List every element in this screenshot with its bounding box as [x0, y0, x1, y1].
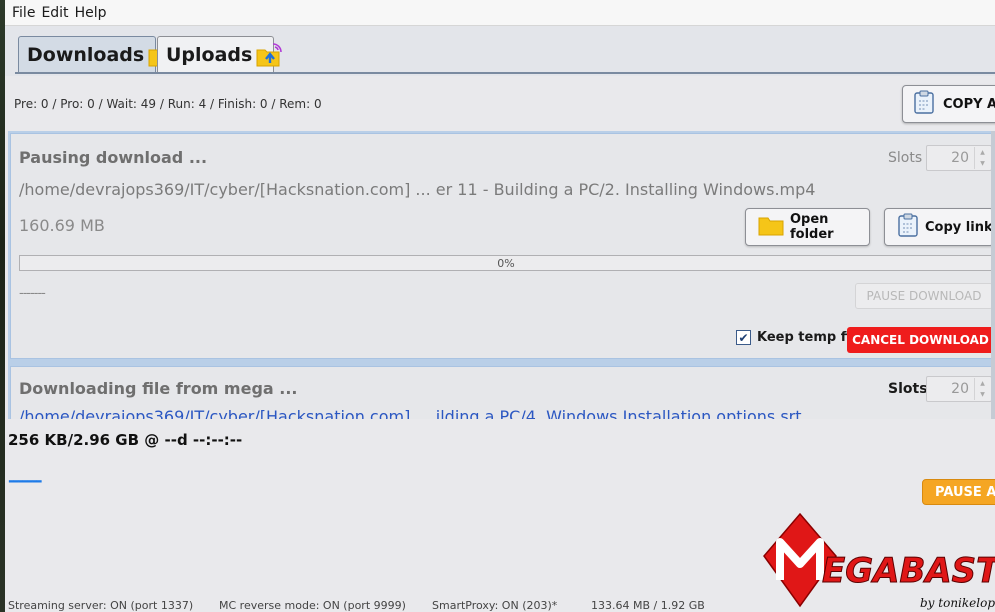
copy-all-label: COPY AL [943, 96, 995, 112]
menu-help[interactable]: Help [75, 5, 113, 21]
tab-uploads-label: Uploads [166, 43, 253, 66]
tab-bar: Downloads Uploads [5, 26, 995, 76]
memory-usage: 133.64 MB / 1.92 GB [591, 599, 705, 612]
menu-bar: File Edit Help [5, 0, 995, 26]
global-speed: 256 KB/2.96 GB @ --d --:--:-- [8, 431, 243, 449]
open-folder-button[interactable]: Open folder [745, 208, 870, 246]
slots-spinner[interactable]: 20 ▲ ▼ [926, 376, 992, 402]
folder-upload-icon [255, 42, 283, 68]
menu-edit[interactable]: Edit [41, 5, 74, 21]
slots-value: 20 [951, 150, 969, 166]
copy-link-button[interactable]: Copy link [884, 208, 994, 246]
pause-download-button[interactable]: PAUSE DOWNLOAD [855, 283, 993, 309]
progress-bar: 0% [19, 255, 993, 271]
spin-up-icon[interactable]: ▲ [974, 147, 990, 158]
streaming-server-status: Streaming server: ON (port 1337) [8, 599, 194, 612]
download-status: Downloading file from mega ... [19, 379, 298, 398]
svg-text:EGABASTER: EGABASTER [822, 551, 995, 591]
download-speed: ------- [19, 286, 46, 301]
slots-value: 20 [951, 381, 969, 397]
download-status: Pausing download ... [19, 148, 208, 167]
pause-all-button[interactable]: PAUSE AL [922, 479, 995, 505]
copy-link-label: Copy link [925, 219, 993, 235]
cancel-download-button[interactable]: CANCEL DOWNLOAD [847, 327, 994, 353]
file-size: 160.69 MB [19, 216, 105, 235]
spin-down-icon[interactable]: ▼ [974, 158, 990, 169]
keep-temp-checkbox[interactable]: ✔ Keep temp file [736, 330, 864, 345]
checkbox-checked-icon[interactable]: ✔ [736, 330, 751, 345]
slots-label: Slots [888, 150, 923, 166]
spin-down-icon[interactable]: ▼ [974, 389, 990, 400]
list-scrollbar[interactable] [991, 131, 995, 419]
slots-label: Slots [888, 381, 928, 397]
tab-uploads[interactable]: Uploads [157, 36, 283, 72]
download-item: Downloading file from mega ... Slots 20 … [10, 366, 995, 419]
open-folder-label: Open folder [790, 212, 834, 242]
megabasterd-logo: EGABASTER by tonikelope [760, 510, 995, 612]
queue-stats: Pre: 0 / Pro: 0 / Wait: 49 / Run: 4 / Fi… [14, 97, 322, 111]
file-path: /home/devrajops369/IT/cyber/[Hacksnation… [19, 407, 802, 419]
clipboard-icon [897, 213, 919, 241]
folder-icon [758, 214, 784, 240]
clipboard-icon [913, 90, 935, 118]
smartproxy-status: SmartProxy: ON (203)* [432, 599, 558, 612]
download-list: Pausing download ... Slots 20 ▲ ▼ /home/… [8, 131, 995, 419]
menu-file[interactable]: File [12, 5, 41, 21]
tab-divider [15, 72, 995, 74]
progress-label: 0% [497, 256, 515, 270]
spin-up-icon[interactable]: ▲ [974, 378, 990, 389]
slots-spinner[interactable]: 20 ▲ ▼ [926, 145, 992, 171]
copy-all-button[interactable]: COPY AL [902, 85, 995, 123]
file-path: /home/devrajops369/IT/cyber/[Hacksnation… [19, 180, 816, 199]
tab-downloads-label: Downloads [27, 43, 145, 66]
download-item: Pausing download ... Slots 20 ▲ ▼ /home/… [10, 133, 995, 359]
status-bar: Streaming server: ON (port 1337) MC reve… [8, 599, 995, 612]
global-progress-dashes: ------- [8, 471, 43, 490]
tab-downloads[interactable]: Downloads [18, 36, 175, 72]
mc-reverse-status: MC reverse mode: ON (port 9999) [219, 599, 406, 612]
